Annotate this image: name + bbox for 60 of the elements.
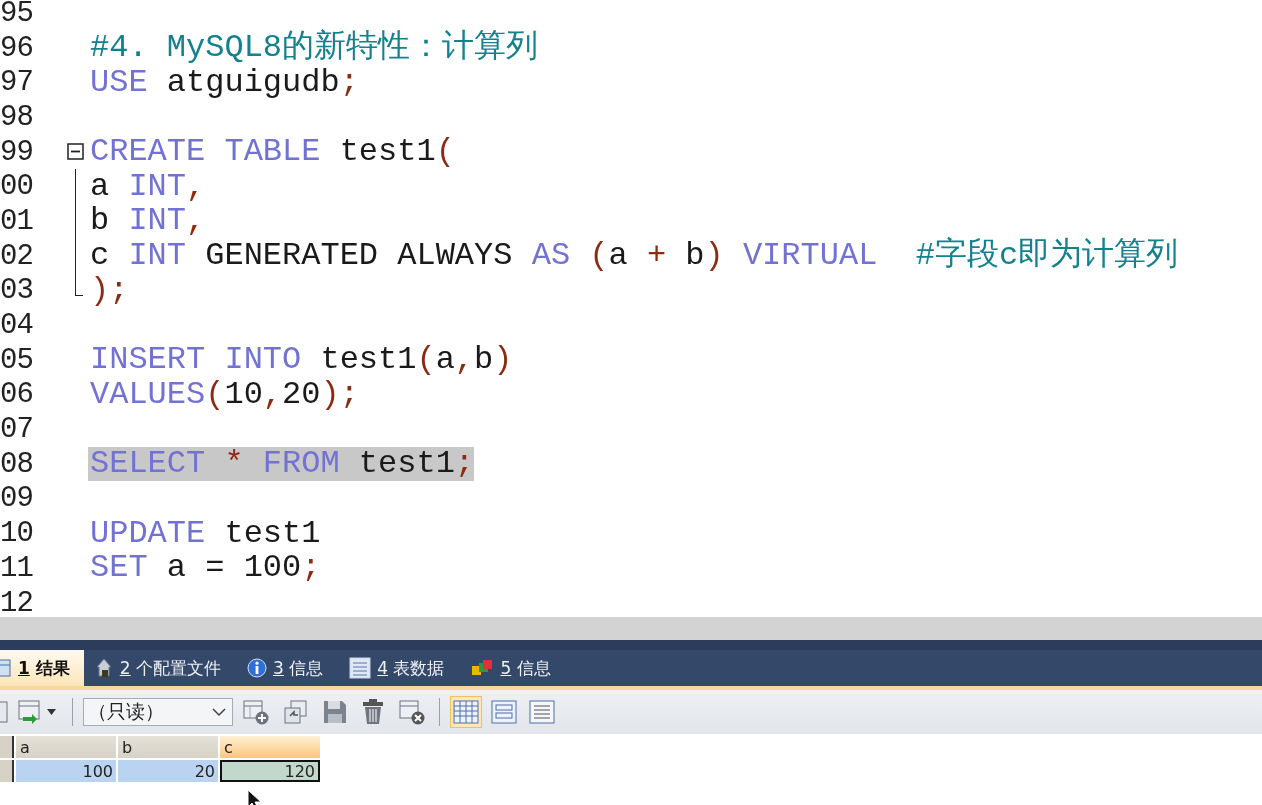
table-cell[interactable]: 100 [16,760,116,782]
code-line: USE atguigudb; [89,65,359,100]
table-cell[interactable]: 20 [118,760,218,782]
column-header[interactable]: c [220,736,320,758]
line-number: 00 [0,169,34,205]
code-line: VALUES(10,20); [89,377,359,412]
column-header[interactable]: b [118,736,218,758]
line-number: 07 [0,412,34,447]
line-number: 97 [0,65,34,101]
result-tab[interactable]: 5 信息 [464,650,567,686]
text-view-icon [529,700,555,724]
result-tab[interactable]: 3 信息 [241,650,340,686]
line-number: 09 [0,481,34,517]
result-tab[interactable]: 2 个配置文件 [87,650,237,686]
line-number: 08 [0,446,34,482]
result-tab[interactable]: 1 结果 [0,650,84,686]
line-number: 04 [0,308,34,343]
line-number: 95 [0,0,34,31]
line-number: 03 [0,273,34,309]
line-number: 10 [0,516,34,551]
grid-icon[interactable] [0,701,8,723]
result-tab[interactable]: 4 表数据 [343,650,461,686]
save-icon [322,699,348,725]
code-line: CREATE TABLE test1( [89,135,455,170]
line-number: 98 [0,100,34,135]
grid-add-icon [242,698,270,726]
trash-icon [360,698,386,726]
code-line: b INT, [89,204,206,239]
collapse-icon[interactable] [67,142,84,160]
line-number: 05 [0,342,34,378]
code-line: a INT, [89,169,206,204]
line-number: 12 [0,585,34,617]
export-caret-icon [17,699,59,725]
grid-view-icon [453,700,479,724]
line-number: 99 [0,134,34,170]
line-number: 11 [0,551,34,586]
grid-view-button[interactable] [450,696,482,728]
copy-icon [282,698,310,726]
code-line: #4. MySQL8的新特性：计算列 [89,31,539,66]
code-line: c INT GENERATED ALWAYS AS (a + b) VIRTUAL #字段c即为计算列 [89,239,1179,274]
table-icon [0,658,12,678]
mode-dropdown[interactable]: （只读） [83,698,233,726]
grid-icon [349,657,372,679]
code-line: UPDATE test1 [89,516,321,551]
line-number: 96 [0,30,34,66]
info-icon [247,658,267,678]
line-number: 01 [0,204,34,239]
blocks-icon [470,658,495,678]
table-cell[interactable]: 120 [220,760,320,782]
row-header[interactable] [0,760,14,782]
code-line: ); [89,273,129,308]
code-line: SET a = 100; [89,551,321,586]
line-number: 06 [0,377,34,413]
row-header [0,736,14,758]
column-header[interactable]: a [16,736,116,758]
line-number: 02 [0,238,34,274]
form-view-icon [491,700,517,724]
code-line: INSERT INTO test1(a,b) [89,343,513,378]
chevron-icon [212,707,226,717]
grid-delete-icon [398,698,426,726]
